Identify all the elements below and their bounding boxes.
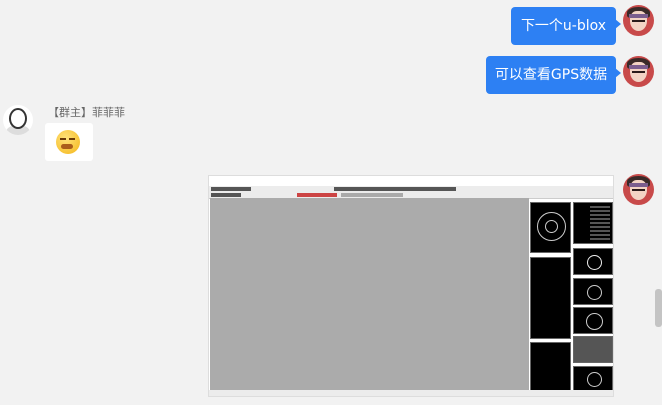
screenshot-main-view — [210, 198, 529, 391]
sender-name: 【群主】菲菲菲 — [48, 106, 125, 119]
my-avatar[interactable] — [623, 5, 654, 36]
sneeze-face-icon — [56, 130, 80, 154]
screenshot-image[interactable] — [208, 175, 614, 397]
emoji-message[interactable] — [45, 123, 93, 161]
message-text: 下一个u-blox — [520, 18, 607, 34]
message-text: 可以查看GPS数据 — [494, 67, 608, 83]
message-bubble[interactable]: 可以查看GPS数据 — [486, 56, 621, 94]
screenshot-status-bar — [209, 390, 613, 396]
chat-scrollbar[interactable] — [655, 289, 662, 327]
my-avatar[interactable] — [623, 56, 654, 87]
group-owner-avatar[interactable] — [3, 105, 33, 135]
my-avatar[interactable] — [623, 174, 654, 205]
message-bubble[interactable]: 下一个u-blox — [511, 7, 621, 45]
